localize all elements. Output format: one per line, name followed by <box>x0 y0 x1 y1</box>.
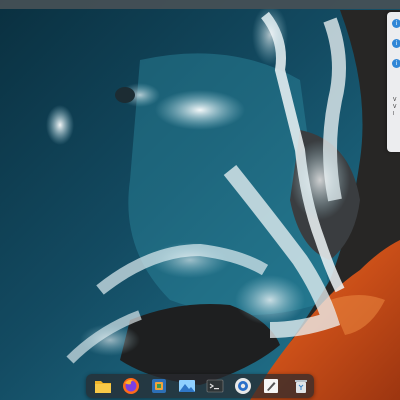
dock-item-image-viewer[interactable] <box>178 377 196 395</box>
dock-item-software[interactable] <box>150 377 168 395</box>
dock-item-text-editor[interactable] <box>262 377 280 395</box>
dock-item-trash[interactable] <box>292 377 310 395</box>
dock-item-terminal[interactable] <box>206 377 224 395</box>
side-window[interactable]: i i i V V l <box>387 12 400 152</box>
top-panel <box>0 0 400 9</box>
text-editor-icon <box>264 379 278 393</box>
side-text-line: l <box>393 111 395 117</box>
side-text-line: V <box>393 104 397 110</box>
dock-item-files[interactable] <box>94 377 112 395</box>
info-icon[interactable]: i <box>392 39 400 48</box>
info-icon[interactable]: i <box>392 19 400 28</box>
desktop: i i i V V l <box>0 0 400 400</box>
image-viewer-icon <box>179 380 195 392</box>
info-icon[interactable]: i <box>392 59 400 68</box>
firefox-icon <box>123 378 139 394</box>
side-window-text: V V l <box>393 97 396 118</box>
software-center-icon <box>152 379 166 393</box>
dock-item-settings[interactable] <box>234 377 252 395</box>
dock <box>86 374 314 398</box>
wallpaper-image <box>0 0 400 400</box>
folder-icon <box>95 381 111 393</box>
side-text-line: V <box>393 97 397 103</box>
settings-icon <box>235 378 251 394</box>
trash-icon <box>295 380 307 393</box>
terminal-icon <box>206 379 224 393</box>
dock-item-firefox[interactable] <box>122 377 140 395</box>
